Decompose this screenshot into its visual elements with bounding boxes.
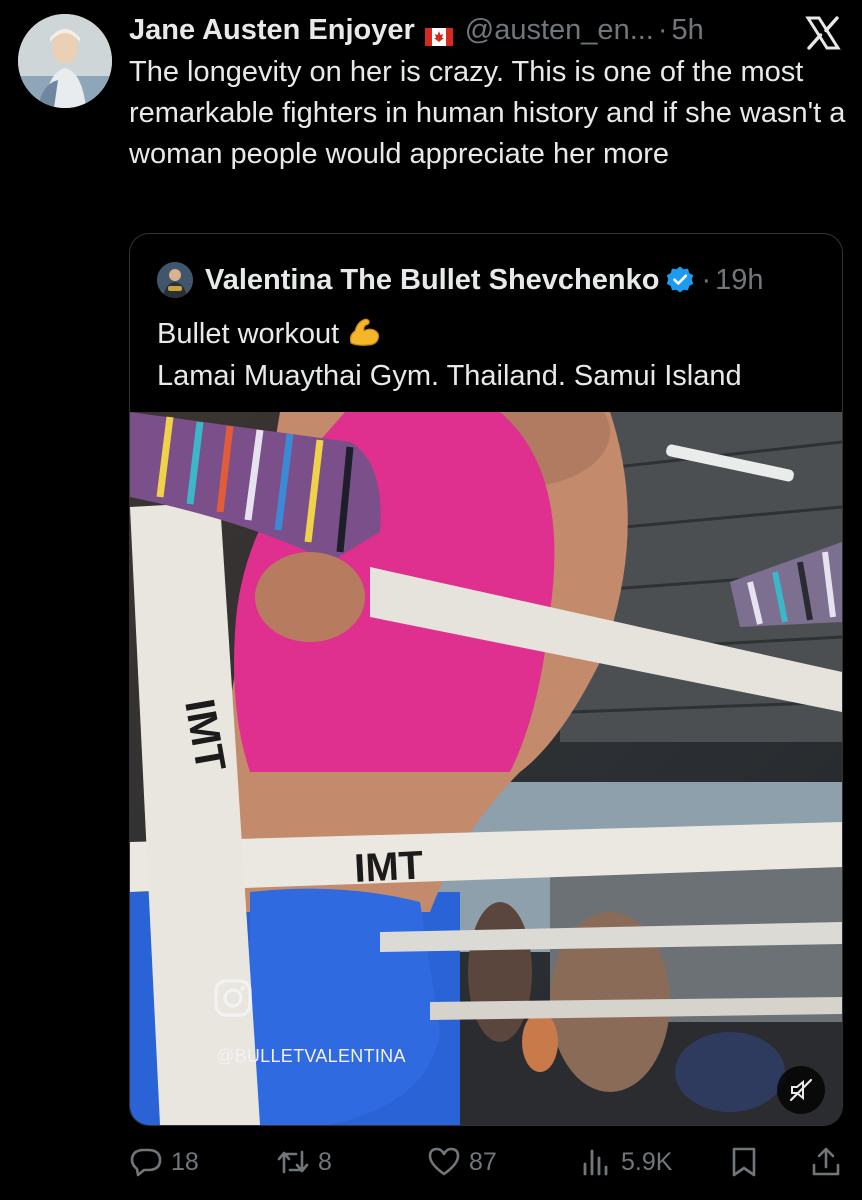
canada-flag-icon xyxy=(424,21,453,46)
share-button[interactable] xyxy=(809,1140,851,1184)
flexed-biceps-icon xyxy=(347,315,381,347)
quoted-tweet-text: Bullet workout Lamai Muaythai Gym. Thail… xyxy=(157,313,742,397)
bookmark-button[interactable] xyxy=(727,1140,769,1184)
like-button[interactable]: 87 xyxy=(427,1140,497,1184)
repost-button[interactable]: 8 xyxy=(276,1140,332,1184)
views-button[interactable]: 5.9K xyxy=(579,1140,672,1184)
views-chart-icon xyxy=(583,1149,608,1176)
x-logo-icon[interactable] xyxy=(804,14,842,52)
video-frame-image: IMT IMT xyxy=(130,412,842,1125)
instagram-icon xyxy=(214,979,252,1017)
repost-count: 8 xyxy=(318,1147,332,1176)
reply-icon xyxy=(130,1148,162,1177)
heart-icon xyxy=(428,1147,460,1176)
portrait-avatar-image xyxy=(18,14,112,108)
bookmark-icon xyxy=(732,1147,756,1177)
quoted-text-line-2: Lamai Muaythai Gym. Thailand. Samui Isla… xyxy=(157,360,742,392)
instagram-watermark-handle: @BULLETVALENTINA xyxy=(216,1046,406,1066)
quoted-tweet-header: Valentina The Bullet Shevchenko · 19h xyxy=(157,262,764,298)
mute-toggle-button[interactable] xyxy=(777,1066,825,1114)
share-icon xyxy=(812,1147,840,1176)
like-count: 87 xyxy=(469,1147,497,1176)
author-handle[interactable]: @austen_en... xyxy=(465,14,654,47)
svg-text:IMT: IMT xyxy=(353,843,424,891)
separator-dot: · xyxy=(657,13,668,46)
video-media[interactable]: IMT IMT xyxy=(130,412,842,1125)
reply-count: 18 xyxy=(171,1147,199,1176)
action-bar: 18 8 87 5.9K xyxy=(129,1140,849,1184)
quoted-author-name[interactable]: Valentina The Bullet Shevchenko xyxy=(205,264,659,297)
tweet-text: The longevity on her is crazy. This is o… xyxy=(129,56,846,170)
quoted-author-avatar[interactable] xyxy=(157,262,193,298)
tweet-header: Jane Austen Enjoyer @austen_en... · 5h xyxy=(129,10,704,50)
author-name[interactable]: Jane Austen Enjoyer xyxy=(129,14,415,47)
repost-icon xyxy=(277,1150,309,1174)
author-avatar[interactable] xyxy=(18,14,112,108)
quoted-text-line-1: Bullet workout xyxy=(157,318,340,350)
quoted-post-time[interactable]: 19h xyxy=(715,264,763,297)
view-count: 5.9K xyxy=(621,1147,673,1176)
verified-badge-icon xyxy=(667,266,694,293)
quoted-separator-dot: · xyxy=(701,263,712,296)
reply-button[interactable]: 18 xyxy=(129,1140,199,1184)
post-time[interactable]: 5h xyxy=(672,14,704,47)
muted-speaker-icon xyxy=(789,1078,813,1102)
